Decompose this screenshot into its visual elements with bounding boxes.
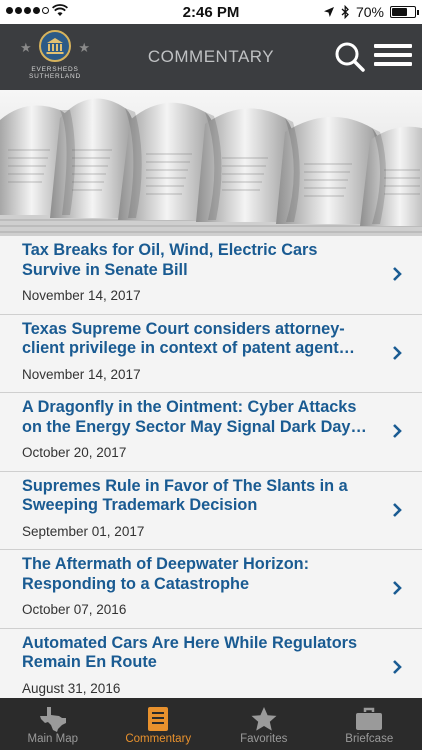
tab-label: Favorites bbox=[240, 733, 288, 745]
hamburger-icon-bar bbox=[374, 44, 412, 48]
hero-newspaper-image bbox=[0, 90, 422, 236]
article-list: Tax Breaks for Oil, Wind, Electric Cars … bbox=[0, 236, 422, 698]
search-button[interactable] bbox=[334, 41, 366, 73]
article-row[interactable]: Tax Breaks for Oil, Wind, Electric Cars … bbox=[0, 236, 422, 315]
article-title: A Dragonfly in the Ointment: Cyber Attac… bbox=[22, 398, 367, 436]
article-date: November 14, 2017 bbox=[22, 288, 141, 303]
article-date: November 14, 2017 bbox=[22, 366, 141, 382]
article-date: September 01, 2017 bbox=[22, 523, 145, 539]
article-date: October 20, 2017 bbox=[22, 445, 127, 460]
chevron-right-icon bbox=[393, 502, 402, 517]
chevron-right-icon bbox=[393, 659, 402, 674]
tab-label: Briefcase bbox=[345, 733, 394, 745]
tab-label: Main Map bbox=[27, 733, 79, 745]
search-icon bbox=[335, 42, 365, 72]
texas-map-icon bbox=[39, 707, 66, 732]
article-title: Texas Supreme Court considers attorney-c… bbox=[22, 319, 355, 358]
article-date: October 07, 2016 bbox=[22, 602, 127, 617]
star-icon bbox=[251, 707, 277, 731]
app-header: ★ ★ EVERSHEDS SUTHERLAND COMMENTARY bbox=[0, 24, 422, 90]
article-title: Tax Breaks for Oil, Wind, Electric Cars … bbox=[22, 241, 318, 279]
article-title: Supremes Rule in Favor of The Slants in … bbox=[22, 476, 348, 515]
tab-briefcase[interactable]: Briefcase bbox=[317, 698, 422, 750]
chevron-right-icon bbox=[393, 267, 402, 281]
hamburger-icon-bar bbox=[374, 53, 412, 57]
battery-percent: 70% bbox=[355, 4, 384, 20]
article-row[interactable]: Texas Supreme Court considers attorney-c… bbox=[0, 315, 422, 393]
chevron-right-icon bbox=[393, 581, 402, 595]
tab-commentary[interactable]: Commentary bbox=[106, 698, 212, 750]
article-date: August 31, 2016 bbox=[22, 680, 121, 696]
article-title: The Aftermath of Deepwater Horizon: Resp… bbox=[22, 555, 310, 593]
tab-favorites[interactable]: Favorites bbox=[211, 698, 317, 750]
status-bar: 2:46 PM 70% bbox=[0, 0, 422, 24]
article-title: Automated Cars Are Here While Regulators… bbox=[22, 633, 358, 672]
battery-level bbox=[392, 8, 408, 16]
article-row[interactable]: A Dragonfly in the Ointment: Cyber Attac… bbox=[0, 393, 422, 472]
article-row[interactable]: Automated Cars Are Here While Regulators… bbox=[0, 629, 422, 699]
article-row[interactable]: The Aftermath of Deepwater Horizon: Resp… bbox=[0, 550, 422, 629]
bottom-tab-bar: Main Map Commentary Favorites Briefcase bbox=[0, 698, 422, 750]
tab-label: Commentary bbox=[125, 733, 192, 745]
logo-text-line2: SUTHERLAND bbox=[28, 73, 82, 80]
battery-icon bbox=[390, 6, 419, 18]
article-row[interactable]: Supremes Rule in Favor of The Slants in … bbox=[0, 472, 422, 550]
chevron-right-icon bbox=[393, 424, 402, 438]
chevron-right-icon bbox=[393, 345, 402, 360]
tab-main-map[interactable]: Main Map bbox=[0, 698, 106, 750]
bluetooth-icon bbox=[341, 5, 349, 19]
hamburger-icon-bar bbox=[374, 62, 412, 66]
menu-button[interactable] bbox=[374, 44, 412, 70]
logo-text-line1: EVERSHEDS bbox=[31, 66, 79, 73]
briefcase-icon bbox=[356, 707, 383, 730]
document-icon bbox=[148, 707, 169, 731]
location-arrow-icon bbox=[323, 7, 334, 17]
